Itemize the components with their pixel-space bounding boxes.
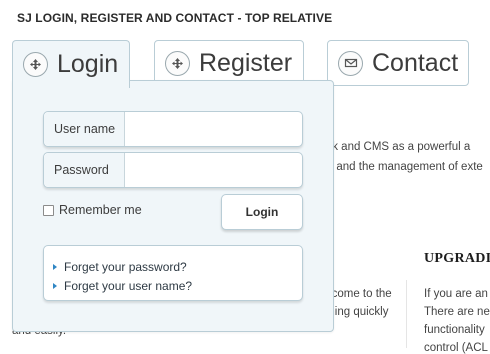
- article-text: functionality: [424, 324, 485, 336]
- article-text: control (ACL: [424, 342, 488, 354]
- register-icon: [165, 50, 190, 76]
- tab-login[interactable]: Login: [12, 40, 130, 88]
- arrow-right-icon: [53, 282, 57, 289]
- tab-label: Register: [199, 48, 293, 77]
- article-text: ork and CMS as a powerful a: [322, 141, 471, 153]
- forgot-password-link[interactable]: Forget your password?: [53, 257, 302, 276]
- tab-label: Login: [57, 50, 119, 78]
- article-text: t and the management of exte: [330, 161, 483, 173]
- column-divider: [406, 280, 407, 348]
- remember-checkbox[interactable]: [43, 204, 54, 216]
- article-heading: UPGRADI: [424, 251, 490, 266]
- login-button[interactable]: Login: [221, 194, 303, 230]
- forgot-username-link[interactable]: Forget your user name?: [53, 276, 302, 295]
- tab-contact[interactable]: Contact: [327, 40, 469, 86]
- login-panel: User name Password Remember me Login For…: [12, 80, 334, 332]
- article-text: There are ne: [424, 306, 490, 318]
- remember-me[interactable]: Remember me: [43, 203, 142, 217]
- link-label: Forget your user name?: [64, 278, 193, 293]
- arrow-right-icon: [53, 263, 57, 270]
- link-label: Forget your password?: [64, 259, 187, 274]
- remember-label: Remember me: [59, 203, 142, 217]
- username-input[interactable]: [125, 112, 302, 146]
- password-field: Password: [43, 152, 303, 188]
- username-field: User name: [43, 111, 303, 147]
- module-title: SJ LOGIN, REGISTER AND CONTACT - TOP REL…: [17, 11, 333, 25]
- password-input[interactable]: [125, 153, 302, 187]
- article-text: If you are an: [424, 288, 488, 300]
- login-icon: [23, 52, 48, 77]
- help-links: Forget your password? Forget your user n…: [43, 245, 303, 301]
- tab-label: Contact: [372, 48, 459, 77]
- password-label: Password: [44, 153, 125, 187]
- contact-icon: [338, 50, 363, 76]
- username-label: User name: [44, 112, 125, 146]
